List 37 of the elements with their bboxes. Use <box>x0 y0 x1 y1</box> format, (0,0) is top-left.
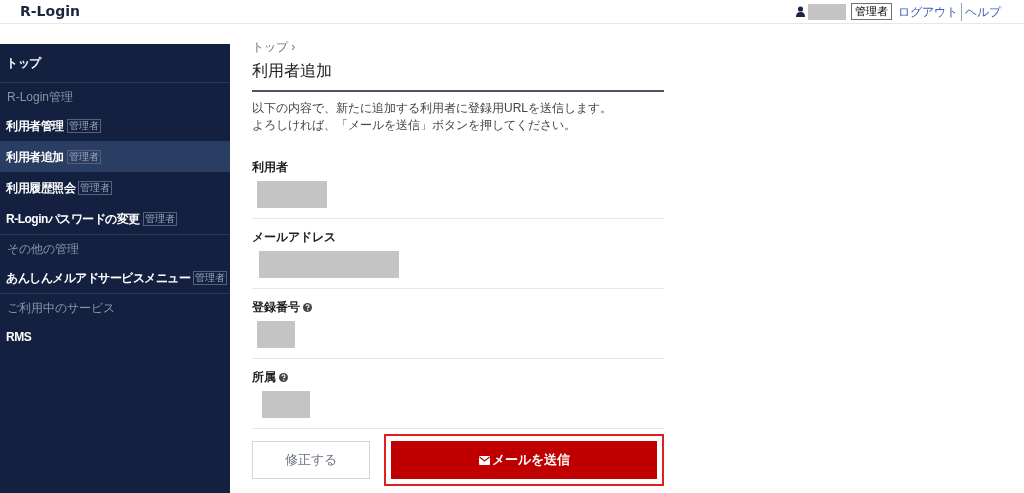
role-badge: 管理者 <box>851 3 892 20</box>
role-badge: 管理者 <box>142 211 177 226</box>
description-text: 以下の内容で、新たに追加する利用者に登録用URLを送信します。 <box>252 100 613 117</box>
field-label: メールアドレス <box>252 229 336 246</box>
redacted-block <box>262 391 310 418</box>
role-badge: 管理者 <box>66 149 101 164</box>
breadcrumb-link[interactable]: トップ › <box>252 38 296 56</box>
role-badge: 管理者 <box>66 118 101 133</box>
redacted-block <box>257 181 327 208</box>
header-link[interactable]: ヘルプ <box>961 2 1004 21</box>
field-label: 利用者 <box>252 159 288 176</box>
section-heading: R-Login管理 <box>0 82 230 110</box>
help-icon[interactable] <box>303 302 312 312</box>
sidebar-link[interactable]: RMS <box>6 327 32 346</box>
user-icon <box>796 6 805 17</box>
sidebar-link[interactable]: 利用者管理 <box>6 116 64 135</box>
role-badge: 管理者 <box>78 180 112 195</box>
page-title: 利用者追加 <box>252 59 664 92</box>
description-text: よろしければ、「メールを送信」ボタンを押してください。 <box>252 117 577 134</box>
field-label: 所属 <box>252 369 276 386</box>
section-heading: その他の管理 <box>0 234 230 262</box>
sidebar-link[interactable]: 利用履歴照会 <box>6 178 75 197</box>
help-icon[interactable] <box>279 372 288 382</box>
section-heading: ご利用中のサービス <box>0 293 230 321</box>
redacted-block <box>257 321 295 348</box>
sidebar-link[interactable]: R-Loginパスワードの変更 <box>6 209 140 228</box>
redacted-block <box>808 3 846 20</box>
logo: R-Login <box>20 2 80 21</box>
field-label: 登録番号 <box>252 299 300 316</box>
send-mail-button[interactable]: メールを送信 <box>391 441 657 479</box>
header-link[interactable]: ログアウト <box>895 2 961 21</box>
sidebar-link[interactable]: トップ <box>6 54 41 72</box>
mail-icon <box>478 455 490 465</box>
sidebar-link[interactable]: あんしんメルアドサービスメニュー <box>6 268 190 287</box>
edit-button[interactable]: 修正する <box>252 441 370 479</box>
sidebar-link[interactable]: 利用者追加 <box>6 147 64 166</box>
role-badge: 管理者 <box>193 270 227 285</box>
